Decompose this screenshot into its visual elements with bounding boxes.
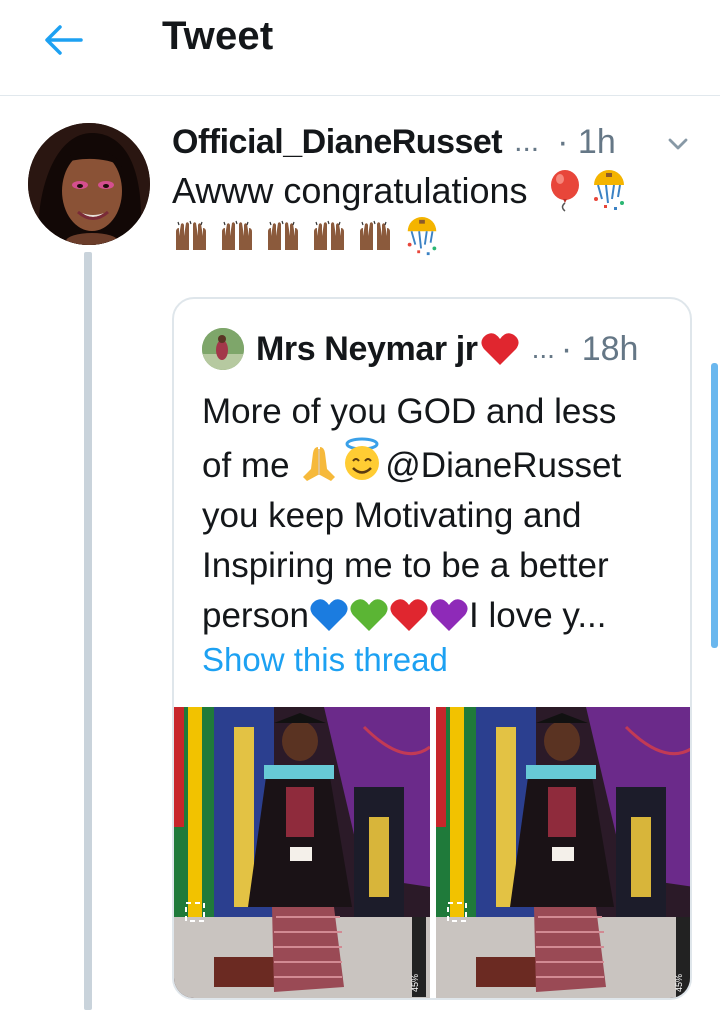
smiling-face-with-halo-emoji-icon — [345, 437, 380, 480]
author-avatar[interactable] — [28, 123, 150, 245]
raised-hands-emoji-icon — [360, 220, 390, 250]
raised-hands-emoji-icon — [222, 220, 252, 250]
page-title: Tweet — [162, 14, 274, 58]
quoted-line-5: person I love y... — [202, 591, 672, 641]
purple-heart-emoji-icon — [430, 599, 468, 631]
balloon-emoji-icon — [550, 170, 579, 212]
raised-hands-emoji-icon — [314, 220, 344, 250]
back-button[interactable] — [36, 18, 92, 62]
quoted-tweet-header: Mrs Neymar jr ... · 18h — [202, 327, 672, 371]
top-app-bar: Tweet — [0, 0, 720, 96]
quoted-tweet-timestamp: · 18h — [560, 329, 639, 368]
author-truncation: ... — [514, 125, 540, 158]
quoted-line-2: of me @DianeRusset — [202, 437, 672, 491]
thread-connector-line — [84, 252, 92, 1010]
tweet-header: Official_DianeRusset ... · 1h — [172, 120, 702, 164]
quoted-tweet-card[interactable]: Mrs Neymar jr ... · 18h More of you GOD … — [172, 297, 692, 1000]
quoted-line-2-text: of me — [202, 446, 300, 485]
quoted-tweet-text: More of you GOD and less of me @DianeRus… — [202, 387, 672, 641]
green-heart-emoji-icon — [350, 599, 388, 631]
show-thread-link[interactable]: Show this thread — [202, 641, 448, 679]
quoted-author-name: Mrs Neymar jr — [256, 329, 478, 368]
tweet-timestamp[interactable]: · 1h — [557, 123, 616, 162]
blue-heart-emoji-icon — [310, 599, 348, 631]
confetti-ball-emoji-icon — [593, 170, 624, 210]
red-heart-emoji-icon — [390, 599, 428, 631]
scrollbar[interactable] — [711, 363, 718, 648]
raised-hands-emoji-icon — [176, 220, 206, 250]
tweet-text: Awww congratulations — [172, 170, 528, 211]
avatar-portrait — [28, 123, 150, 245]
chevron-down-icon[interactable] — [660, 126, 696, 162]
tweet-body: Awww congratulations — [172, 168, 692, 260]
quoted-line-1: More of you GOD and less — [202, 392, 617, 431]
arrow-left-icon — [45, 25, 83, 55]
quoted-author-truncation: ... — [531, 333, 555, 364]
quoted-line-4: Inspiring me to be a better — [202, 546, 609, 585]
status-overlay-text: 45% — [674, 974, 684, 992]
status-overlay-text: 45% — [410, 974, 420, 992]
mention-link[interactable]: @DianeRusset — [385, 446, 621, 485]
quoted-line-5-tail: I love y... — [469, 596, 607, 635]
emoji-row — [172, 214, 692, 260]
confetti-ball-emoji-icon — [407, 217, 437, 256]
media-image-1[interactable]: 45% — [174, 707, 430, 998]
media-image-2[interactable]: 45% — [436, 707, 690, 998]
raised-hands-emoji-icon — [268, 220, 298, 250]
quoted-line-5-text: person — [202, 596, 310, 635]
red-heart-emoji-icon — [481, 333, 519, 365]
quoted-author-avatar — [202, 328, 244, 370]
quoted-line-3: you keep Motivating and — [202, 496, 582, 535]
author-name[interactable]: Official_DianeRusset — [172, 123, 503, 162]
folded-hands-emoji-icon — [303, 447, 336, 481]
